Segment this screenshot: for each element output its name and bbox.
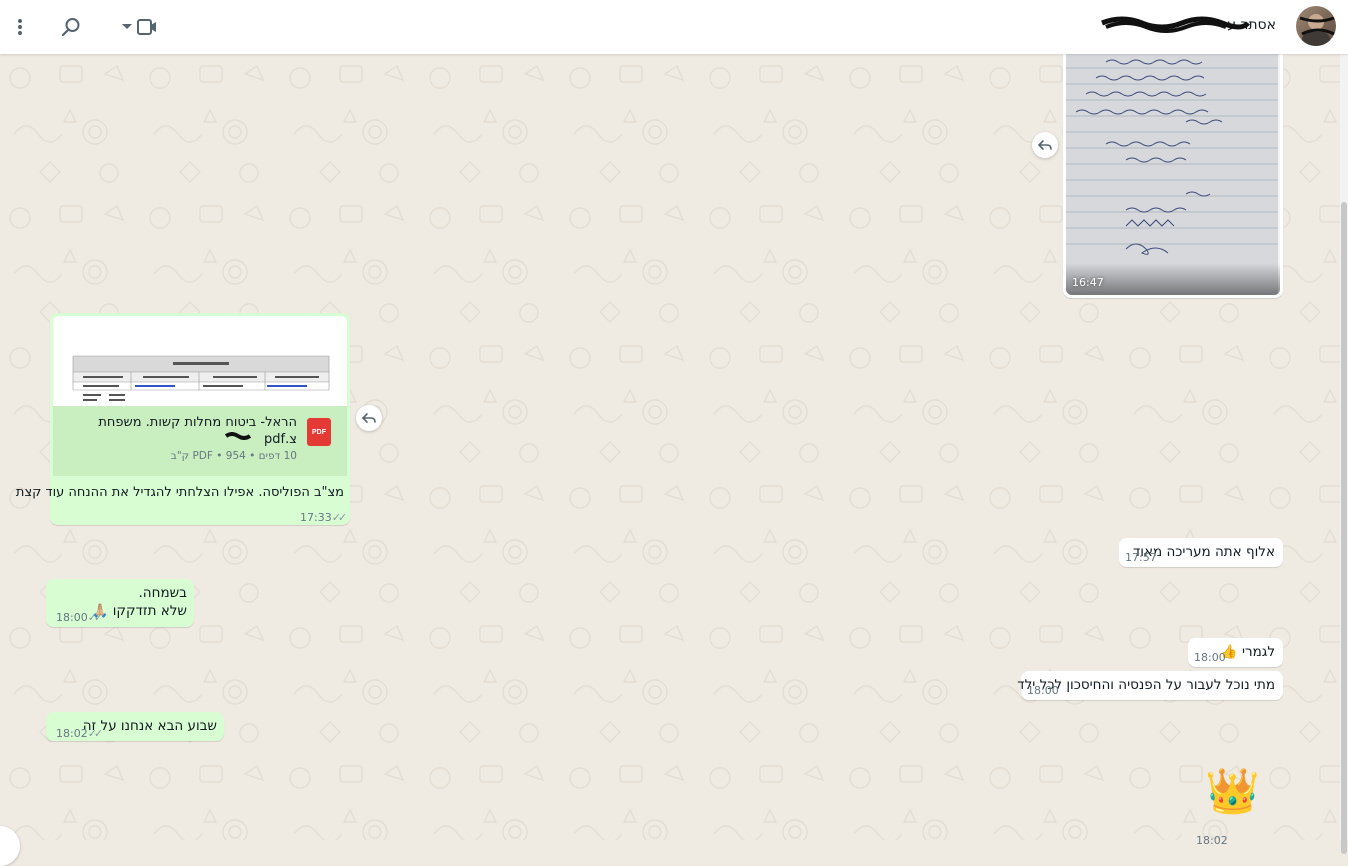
message-meta: ✓✓18:00 xyxy=(56,609,103,625)
message-text-line: שלא תזדקקו 🙏🏼 xyxy=(91,603,187,619)
dropdown-arrow-icon xyxy=(122,24,132,29)
document-title: הראל- ביטוח מחלות קשות. משפחת צ.pdf xyxy=(77,414,297,448)
message-time: 17:33 xyxy=(300,511,332,524)
chat-scrollbar[interactable] xyxy=(1340,54,1348,854)
contact-avatar[interactable] xyxy=(1296,6,1336,46)
pdf-preview-thumbnail[interactable] xyxy=(53,316,347,406)
chat-header: אסתר ע xyxy=(0,0,1348,54)
kebab-menu-icon[interactable] xyxy=(4,11,36,43)
image-message[interactable]: 16:47 xyxy=(1063,54,1283,298)
pdf-file-icon: PDF xyxy=(307,418,331,446)
message-text-line: בשמחה. xyxy=(138,585,187,601)
outgoing-message[interactable]: שבוע הבא אנחנו על זה ✓✓18:02 xyxy=(46,712,224,741)
message-meta: ✓✓17:33 xyxy=(300,509,347,525)
message-time: 18:00 xyxy=(1194,651,1226,664)
message-time: 18:00 xyxy=(56,611,88,624)
message-time: 18:02 xyxy=(56,727,88,740)
document-info[interactable]: PDF הראל- ביטוח מחלות קשות. משפחת צ.pdf … xyxy=(53,406,347,476)
redaction-scribble xyxy=(225,432,251,440)
message-text: לגמרי 👍 xyxy=(1220,644,1275,660)
forward-icon xyxy=(361,413,376,423)
redaction-scribble xyxy=(1101,16,1250,33)
forward-icon xyxy=(1037,140,1052,150)
read-ticks-icon: ✓✓ xyxy=(331,511,348,524)
video-call-button[interactable] xyxy=(116,11,160,43)
incoming-emoji-message[interactable]: 👑 18:02 xyxy=(1180,764,1280,847)
incoming-message[interactable]: לגמרי 👍 18:00 xyxy=(1188,638,1283,667)
read-ticks-icon: ✓✓ xyxy=(87,611,104,624)
message-time: 17:57 xyxy=(1125,551,1157,564)
message-time: 16:47 xyxy=(1072,276,1104,289)
incoming-message[interactable]: אלוף אתה מעריכה מאוד 17:57 xyxy=(1119,538,1283,567)
search-icon[interactable] xyxy=(55,11,87,43)
document-meta: 10 דפים • PDF • 954 ק"ב xyxy=(170,450,297,462)
message-time: 18:00 xyxy=(1027,684,1059,697)
read-ticks-icon: ✓✓ xyxy=(87,727,104,740)
message-meta: ✓✓18:02 xyxy=(56,725,103,741)
message-text: מצ"ב הפוליסה. אפילו הצלחתי להגדיל את ההנ… xyxy=(15,485,344,500)
outgoing-message[interactable]: בשמחה. שלא תזדקקו 🙏🏼 ✓✓18:00 xyxy=(46,579,194,627)
handwritten-note-image[interactable]: 16:47 xyxy=(1066,54,1280,295)
video-camera-icon xyxy=(137,19,156,35)
message-time: 18:02 xyxy=(1196,834,1228,847)
incoming-message[interactable]: מתי נוכל לעבור על הפנסיה והחיסכון לכל יל… xyxy=(1017,671,1283,700)
crown-emoji: 👑 xyxy=(1205,766,1260,817)
document-message[interactable]: PDF הראל- ביטוח מחלות קשות. משפחת צ.pdf … xyxy=(16,313,350,525)
document-extension: .pdf xyxy=(264,432,290,447)
scrollbar-thumb[interactable] xyxy=(1341,202,1347,854)
forward-button[interactable] xyxy=(1032,132,1058,158)
forward-button[interactable] xyxy=(356,405,382,431)
